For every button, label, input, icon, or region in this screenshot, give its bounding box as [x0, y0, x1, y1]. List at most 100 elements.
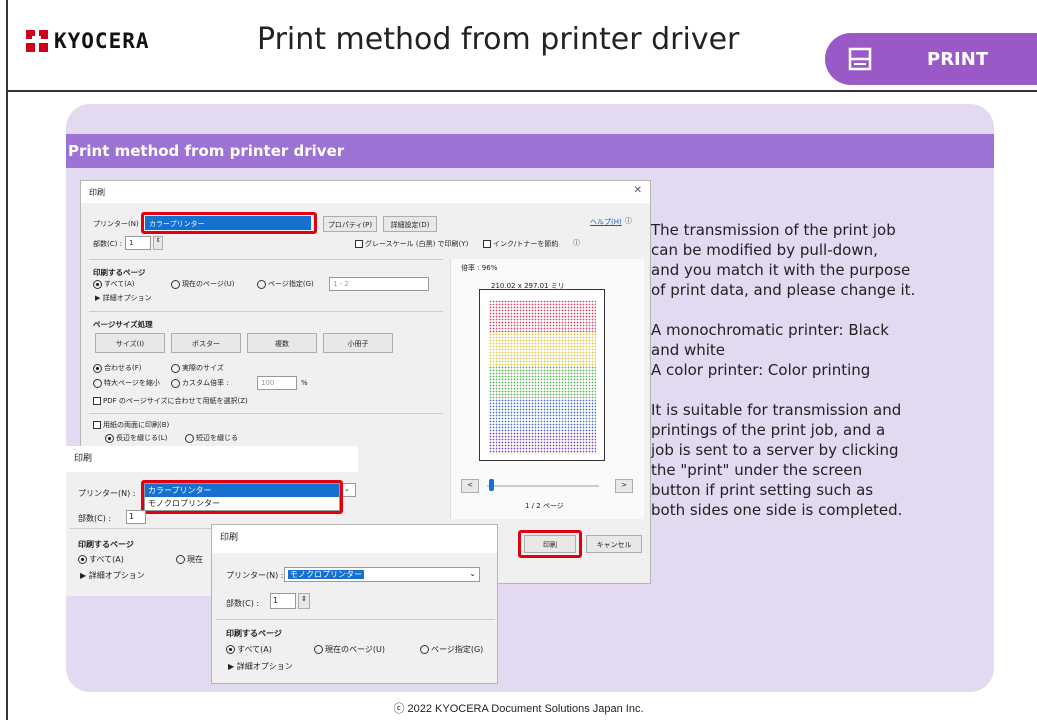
logo-mark-icon — [26, 30, 48, 52]
page-range-input[interactable]: 1 - 2 — [329, 277, 429, 291]
grayscale-label: グレースケール (白黒) で印刷(Y) — [365, 240, 469, 248]
dropdown-copies-label: 部数(C) : — [78, 514, 112, 523]
pages-section-title: 印刷するページ — [93, 268, 146, 277]
printer-icon — [848, 47, 872, 71]
short-edge-radio[interactable]: 短辺を綴じる — [185, 433, 238, 443]
radio-icon — [185, 433, 194, 443]
preview-band-yellow — [489, 333, 596, 366]
print-badge-label: PRINT — [927, 48, 989, 70]
mono-pages-title: 印刷するページ — [226, 629, 282, 638]
page-slider-thumb[interactable] — [489, 479, 494, 491]
close-icon[interactable]: ✕ — [634, 185, 642, 196]
preview-area: 倍率 : 96% 210.02 x 297.01 ミリ < > 1 / 2 ペー… — [450, 259, 644, 519]
copies-input[interactable]: 1 — [125, 236, 151, 250]
fit-radio[interactable]: 合わせる(F) — [93, 363, 142, 373]
booklet-button[interactable]: 小冊子 — [323, 333, 393, 353]
mono-current-radio[interactable]: 現在のページ(U) — [314, 644, 385, 655]
mono-printer-label: プリンター(N) : — [226, 571, 284, 580]
mono-printer-value: モノクロプリンター — [288, 570, 364, 579]
ink-saver-label: インク/トナーを節約 — [493, 240, 559, 248]
duplex-label: 用紙の両面に印刷(B) — [103, 421, 170, 429]
copies-label: 部数(C) : — [93, 240, 122, 248]
multiple-button[interactable]: 複数 — [247, 333, 317, 353]
chevron-down-icon: ⌄ — [469, 569, 476, 578]
fit-label: 合わせる(F) — [104, 364, 142, 372]
grayscale-checkbox[interactable]: グレースケール (白黒) で印刷(Y) — [355, 239, 468, 249]
mono-all-label: すべて(A) — [237, 645, 272, 654]
all-pages-label: すべて(A) — [104, 280, 135, 288]
mono-copies-stepper[interactable]: ⇕ — [298, 593, 310, 609]
radio-icon — [314, 645, 323, 654]
dropdown-copies-input[interactable]: 1 — [126, 510, 146, 524]
header-divider — [6, 90, 1037, 92]
help-link[interactable]: ヘルプ(H) — [590, 217, 622, 227]
more-options-toggle[interactable]: ▶ 詳細オプション — [95, 293, 152, 303]
page-title: Print method from printer driver — [257, 22, 740, 57]
preview-band-green — [489, 366, 596, 399]
dropdown-current-radio[interactable]: 現在 — [176, 554, 203, 565]
ink-saver-checkbox[interactable]: インク/トナーを節約 — [483, 239, 558, 249]
mono-copies-input[interactable]: 1 — [270, 593, 296, 609]
long-edge-radio[interactable]: 長辺を綴じる(L) — [105, 433, 167, 443]
prev-page-button[interactable]: < — [461, 479, 479, 493]
next-page-button[interactable]: > — [615, 479, 633, 493]
dropdown-pages-title: 印刷するページ — [78, 540, 134, 549]
print-badge: PRINT — [825, 33, 1037, 85]
dropdown-dialog-title: 印刷 — [66, 446, 358, 472]
cancel-button[interactable]: キャンセル — [586, 535, 642, 553]
actual-size-radio[interactable]: 実際のサイズ — [171, 363, 224, 373]
mono-all-radio[interactable]: すべて(A) — [226, 644, 272, 655]
page-counter: 1 / 2 ページ — [525, 502, 564, 510]
advanced-button[interactable]: 詳細設定(D) — [383, 216, 437, 232]
kyocera-logo: KYOCERA — [26, 28, 150, 54]
radio-selected-icon — [93, 279, 102, 289]
dropdown-current-label: 現在 — [187, 555, 203, 564]
radio-icon — [171, 363, 180, 373]
description-paragraph-2: A monochromatic printer: Black and white… — [651, 321, 889, 379]
shrink-radio[interactable]: 特大ページを縮小 — [93, 378, 160, 388]
custom-scale-input[interactable]: 100 — [257, 376, 297, 390]
grayscale-check-icon — [355, 240, 363, 248]
mono-range-radio[interactable]: ページ指定(G) — [420, 644, 483, 655]
all-pages-radio[interactable]: すべて(A) — [93, 279, 134, 289]
radio-icon — [93, 378, 102, 388]
dropdown-all-radio[interactable]: すべて(A) — [78, 554, 124, 565]
custom-scale-radio[interactable]: カスタム倍率 : — [171, 378, 229, 388]
size-button[interactable]: サイズ(I) — [95, 333, 165, 353]
mono-more-options[interactable]: ▶ 詳細オプション — [228, 661, 293, 672]
shrink-label: 特大ページを縮小 — [104, 379, 160, 387]
mono-printer-select[interactable]: モノクロプリンター ⌄ — [284, 567, 480, 582]
mono-range-label: ページ指定(G) — [431, 645, 484, 654]
page-slider-track — [487, 485, 599, 487]
actual-size-label: 実際のサイズ — [182, 364, 224, 372]
duplex-checkbox[interactable]: 用紙の両面に印刷(B) — [93, 420, 169, 430]
radio-selected-icon — [78, 555, 87, 564]
copies-stepper[interactable]: ⇕ — [153, 236, 163, 250]
description: The transmission of the print job can be… — [651, 220, 981, 540]
pdf-paper-checkbox[interactable]: PDF のページサイズに合わせて用紙を選択(Z) — [93, 396, 248, 406]
page-range-radio[interactable]: ページ指定(G) — [257, 279, 314, 289]
ink-saver-check-icon — [483, 240, 491, 248]
dropdown-printer-label: プリンター(N) : — [78, 489, 136, 498]
preview-band-purple — [489, 432, 596, 454]
page-range-label: ページ指定(G) — [268, 280, 314, 288]
pdf-paper-label: PDF のページサイズに合わせて用紙を選択(Z) — [103, 397, 248, 405]
poster-button[interactable]: ポスター — [171, 333, 241, 353]
current-page-radio[interactable]: 現在のページ(U) — [171, 279, 234, 289]
panel-heading: Print method from printer driver — [66, 134, 994, 168]
properties-button[interactable]: プロパティ(P) — [323, 216, 377, 232]
mono-dialog-title: 印刷 — [212, 525, 497, 553]
current-page-label: 現在のページ(U) — [182, 280, 235, 288]
dropdown-all-label: すべて(A) — [89, 555, 124, 564]
duplex-group — [89, 413, 443, 414]
preview-band-red — [489, 300, 596, 333]
radio-icon — [257, 279, 266, 289]
dropdown-more-options[interactable]: ▶ 詳細オプション — [80, 570, 145, 581]
info-icon: ⓘ — [573, 239, 580, 247]
help-icon[interactable]: ⓘ — [625, 216, 632, 226]
radio-icon — [176, 555, 185, 564]
long-edge-label: 長辺を綴じる(L) — [116, 434, 168, 442]
radio-selected-icon — [93, 363, 102, 373]
radio-icon — [171, 279, 180, 289]
description-paragraph-1: The transmission of the print job can be… — [651, 221, 916, 299]
